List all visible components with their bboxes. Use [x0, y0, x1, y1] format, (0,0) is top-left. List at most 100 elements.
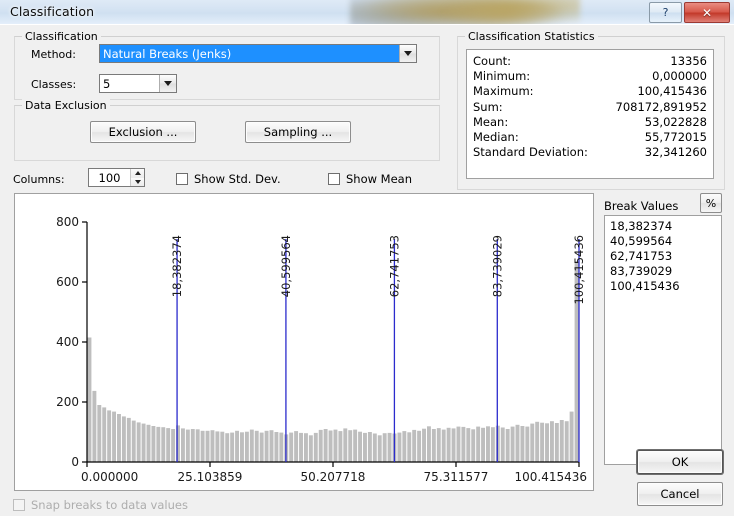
cancel-button[interactable]: Cancel [637, 482, 723, 506]
statistics-row-value: 0,000000 [652, 69, 707, 84]
histogram-bar [461, 426, 466, 462]
break-value-item[interactable]: 62,741753 [610, 249, 721, 264]
histogram-bar [441, 429, 446, 462]
histogram-bar [156, 426, 161, 462]
histogram-bar [486, 426, 490, 462]
break-values-list[interactable]: 18,382374 40,599564 62,741753 83,739029 100,… [604, 215, 722, 465]
histogram-bar [559, 420, 564, 462]
histogram-bar [318, 429, 323, 462]
exclusion-button[interactable]: Exclusion ... [90, 121, 196, 143]
histogram-bar [431, 429, 436, 462]
statistics-row: Minimum: 0,000000 [473, 69, 707, 84]
title-bar: Classification ? ✕ [0, 0, 734, 24]
histogram-bar [510, 426, 515, 462]
classification-group-legend: Classification [22, 30, 101, 43]
histogram-bar [348, 430, 353, 462]
help-button[interactable]: ? [649, 2, 682, 23]
break-line-label: 100,415436 [572, 235, 586, 305]
percent-button[interactable]: % [700, 193, 722, 213]
columns-stepper-buttons[interactable] [130, 169, 144, 186]
histogram-bar [535, 421, 540, 462]
histogram-bar [569, 411, 574, 462]
histogram-bar [235, 430, 240, 462]
histogram-bar [367, 432, 372, 462]
histogram-bar [210, 430, 215, 462]
histogram-bar [225, 433, 230, 462]
histogram-bars [87, 261, 579, 462]
show-mean-checkbox[interactable]: Show Mean [328, 172, 412, 186]
break-value-item[interactable]: 100,415436 [610, 279, 721, 294]
histogram-bar [180, 428, 185, 462]
x-axis-ticks: 0.000000 25.103859 50.207718 75.311577 100.4… [81, 462, 587, 484]
histogram-bar [141, 423, 146, 462]
chevron-down-icon[interactable] [159, 75, 176, 92]
histogram-bar [171, 429, 176, 462]
histogram-bar [490, 427, 495, 462]
columns-stepper-value: 100 [98, 170, 121, 185]
x-axis-tick-label: 0.000000 [81, 470, 138, 484]
break-line-label: 62,741753 [387, 235, 401, 297]
histogram-bar [136, 422, 141, 462]
statistics-row: Mean: 53,022828 [473, 115, 707, 130]
histogram-chart[interactable]: 0 200 400 600 800 0.000000 25.103859 50.207718 7… [15, 194, 593, 490]
classes-combobox[interactable]: 5 [99, 74, 177, 93]
histogram-bar [254, 430, 259, 462]
y-axis-tick-label: 200 [56, 395, 79, 409]
statistics-row: Sum: 708172,891952 [473, 100, 707, 115]
histogram-bar [545, 423, 549, 462]
histogram-bar [97, 405, 102, 462]
break-line-label: 40,599564 [279, 235, 293, 297]
histogram-bar [220, 431, 225, 462]
break-value-item[interactable]: 18,382374 [610, 219, 721, 234]
stepper-down-icon[interactable] [131, 177, 144, 186]
histogram-bar [121, 416, 126, 462]
sampling-button[interactable]: Sampling ... [245, 121, 351, 143]
data-exclusion-group-legend: Data Exclusion [22, 99, 110, 112]
data-exclusion-group: Data Exclusion [14, 99, 440, 161]
break-values-items: 18,382374 40,599564 62,741753 83,739029 100,… [610, 219, 721, 294]
histogram-bar [102, 407, 107, 462]
statistics-row-value: 53,022828 [644, 114, 707, 129]
break-value-item[interactable]: 40,599564 [610, 234, 721, 249]
histogram-bar [387, 432, 392, 462]
window-title: Classification [10, 4, 95, 19]
histogram-bar [195, 429, 200, 462]
histogram-bar [303, 433, 308, 462]
method-combobox[interactable]: Natural Breaks (Jenks) [99, 44, 417, 63]
stepper-up-icon[interactable] [131, 169, 144, 178]
histogram-bar [500, 427, 505, 462]
dialog-client-area: Classification Method: Natural Breaks (J… [0, 24, 734, 516]
statistics-row-key: Sum: [473, 99, 503, 114]
statistics-row-key: Mean: [473, 114, 509, 129]
histogram-bar [417, 430, 422, 462]
break-line-label: 83,739029 [490, 235, 504, 297]
statistics-row: Median: 55,772015 [473, 130, 707, 145]
histogram-bar [117, 414, 121, 462]
histogram-bar [554, 423, 559, 462]
y-axis-ticks: 0 200 400 600 800 [56, 215, 87, 469]
statistics-row: Standard Deviation: 32,341260 [473, 145, 707, 160]
histogram-bar [338, 431, 343, 462]
show-std-dev-checkbox[interactable]: Show Std. Dev. [176, 172, 281, 186]
histogram-bar [279, 432, 284, 462]
histogram-bar [308, 435, 313, 462]
classes-combobox-value: 5 [103, 76, 111, 91]
ok-button[interactable]: OK [637, 450, 723, 474]
y-axis-tick-label: 800 [56, 215, 79, 229]
histogram-panel[interactable]: 0 200 400 600 800 0.000000 25.103859 50.207718 7… [14, 193, 594, 491]
statistics-row-key: Median: [473, 130, 519, 145]
close-button[interactable]: ✕ [684, 2, 730, 23]
chevron-down-icon[interactable] [399, 45, 416, 62]
break-value-item[interactable]: 83,739029 [610, 264, 721, 279]
histogram-bar [146, 424, 151, 462]
statistics-rows: Count: 13356 Minimum: 0,000000 Maximum: 100,4… [473, 54, 707, 160]
histogram-bar [161, 427, 166, 462]
classification-dialog: Classification ? ✕ Classification Method… [0, 0, 734, 516]
statistics-row: Maximum: 100,415436 [473, 84, 707, 99]
columns-stepper[interactable]: 100 [88, 168, 145, 187]
histogram-bar [264, 430, 269, 462]
histogram-bar [131, 420, 136, 462]
histogram-bar [530, 423, 535, 462]
histogram-bar [540, 422, 545, 462]
histogram-bar [412, 429, 417, 462]
